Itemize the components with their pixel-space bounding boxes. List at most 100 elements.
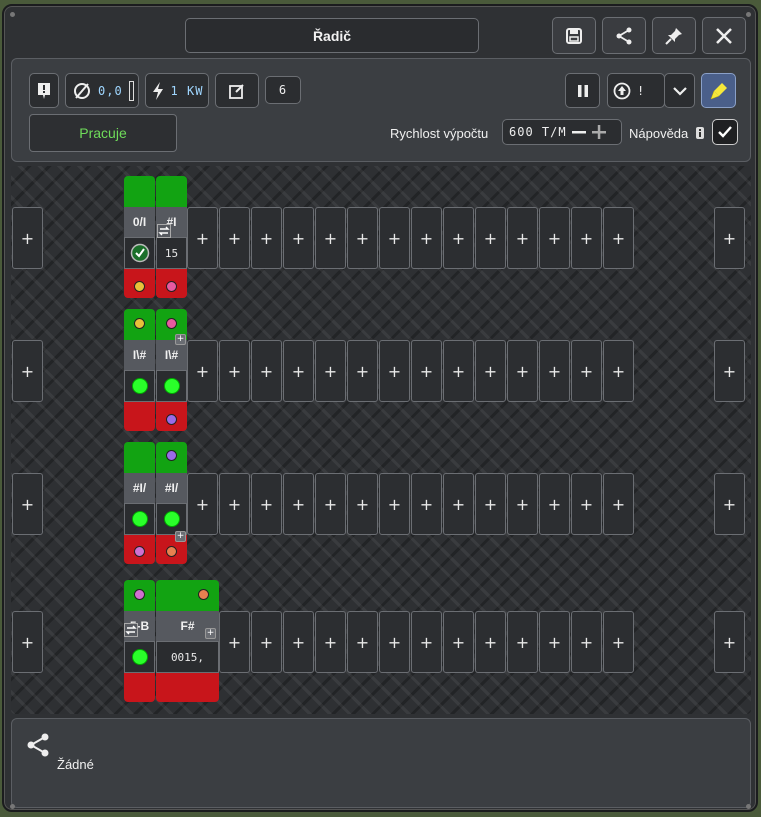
add-input-button[interactable]: + — [175, 334, 186, 345]
add-block-left-row-1[interactable]: + — [12, 207, 43, 269]
add-block-slot[interactable]: + — [539, 473, 570, 535]
add-block-slot[interactable]: + — [539, 207, 570, 269]
add-block-slot[interactable]: + — [315, 207, 346, 269]
add-input-button[interactable]: + — [205, 628, 216, 639]
add-block-right-row-2[interactable]: + — [714, 340, 745, 402]
add-block-slot[interactable]: + — [603, 340, 634, 402]
add-block-slot[interactable]: + — [347, 207, 378, 269]
add-block-left-row-2[interactable]: + — [12, 340, 43, 402]
input-connector[interactable] — [134, 318, 145, 329]
add-block-slot[interactable]: + — [251, 340, 282, 402]
input-connector[interactable] — [198, 589, 209, 600]
add-block-slot[interactable]: + — [187, 207, 218, 269]
mode-select[interactable]: ! — [607, 73, 665, 108]
add-block-slot[interactable]: + — [443, 340, 474, 402]
pin-icon — [665, 27, 682, 45]
add-block-slot[interactable]: + — [507, 207, 538, 269]
null-icon — [74, 82, 90, 99]
screw — [10, 12, 15, 17]
add-block-slot[interactable]: + — [379, 340, 410, 402]
pin-button[interactable] — [652, 17, 696, 54]
add-block-slot[interactable]: + — [315, 340, 346, 402]
add-block-slot[interactable]: + — [475, 340, 506, 402]
add-block-slot[interactable]: + — [539, 611, 570, 673]
add-block-slot[interactable]: + — [507, 611, 538, 673]
mode-dropdown-button[interactable] — [664, 73, 695, 108]
output-connector[interactable] — [166, 414, 177, 425]
share-button[interactable] — [602, 17, 646, 54]
add-block-slot[interactable]: + — [315, 611, 346, 673]
input-connector[interactable] — [134, 589, 145, 600]
share-icon — [616, 27, 632, 44]
input-connector[interactable] — [166, 450, 177, 461]
add-block-slot[interactable]: + — [571, 473, 602, 535]
add-block-right-row-4[interactable]: + — [714, 611, 745, 673]
plus-icon[interactable] — [591, 124, 607, 140]
add-block-slot[interactable]: + — [283, 473, 314, 535]
add-block-slot[interactable]: + — [219, 207, 250, 269]
add-block-slot[interactable]: + — [571, 611, 602, 673]
output-connector[interactable] — [134, 281, 145, 292]
output-connector[interactable] — [166, 546, 177, 557]
add-block-slot[interactable]: + — [603, 207, 634, 269]
input-connector[interactable] — [166, 318, 177, 329]
add-block-right-row-1[interactable]: + — [714, 207, 745, 269]
add-block-slot[interactable]: + — [315, 473, 346, 535]
add-block-slot[interactable]: + — [571, 340, 602, 402]
add-block-slot[interactable]: + — [347, 473, 378, 535]
save-button[interactable] — [552, 17, 596, 54]
swap-icon[interactable] — [157, 224, 171, 238]
add-block-left-row-3[interactable]: + — [12, 473, 43, 535]
add-block-slot[interactable]: + — [411, 473, 442, 535]
add-block-slot[interactable]: + — [187, 340, 218, 402]
program-block[interactable]: F# 0015, — [156, 580, 219, 702]
add-block-slot[interactable]: + — [603, 611, 634, 673]
add-block-slot[interactable]: + — [283, 207, 314, 269]
add-block-slot[interactable]: + — [283, 611, 314, 673]
add-block-right-row-3[interactable]: + — [714, 473, 745, 535]
close-button[interactable] — [702, 17, 746, 54]
add-block-slot[interactable]: + — [411, 340, 442, 402]
add-block-slot[interactable]: + — [251, 473, 282, 535]
add-block-slot[interactable]: + — [443, 207, 474, 269]
add-block-slot[interactable]: + — [251, 611, 282, 673]
add-block-left-row-4[interactable]: + — [12, 611, 43, 673]
add-block-slot[interactable]: + — [539, 340, 570, 402]
add-block-slot[interactable]: + — [475, 611, 506, 673]
add-block-slot[interactable]: + — [411, 611, 442, 673]
block-label: #I/ — [156, 473, 187, 503]
add-block-slot[interactable]: + — [283, 340, 314, 402]
add-block-slot[interactable]: + — [571, 207, 602, 269]
add-block-slot[interactable]: + — [507, 340, 538, 402]
add-block-slot[interactable]: + — [475, 473, 506, 535]
add-block-slot[interactable]: + — [379, 207, 410, 269]
add-block-slot[interactable]: + — [219, 611, 250, 673]
add-block-slot[interactable]: + — [251, 207, 282, 269]
swap-icon[interactable] — [124, 623, 138, 637]
add-block-slot[interactable]: + — [347, 340, 378, 402]
help-checkbox[interactable] — [712, 119, 738, 145]
add-block-slot[interactable]: + — [411, 207, 442, 269]
lightning-icon — [152, 81, 163, 100]
add-block-slot[interactable]: + — [219, 340, 250, 402]
speed-control[interactable]: 600 T/M — [502, 119, 622, 145]
edit-button[interactable] — [215, 73, 259, 108]
add-block-slot[interactable]: + — [443, 611, 474, 673]
add-block-slot[interactable]: + — [379, 611, 410, 673]
add-block-slot[interactable]: + — [187, 473, 218, 535]
program-block[interactable]: 0/I — [124, 176, 155, 298]
output-connector[interactable] — [134, 546, 145, 557]
paint-button[interactable] — [701, 73, 736, 108]
add-block-slot[interactable]: + — [507, 473, 538, 535]
add-block-slot[interactable]: + — [219, 473, 250, 535]
add-block-slot[interactable]: + — [603, 473, 634, 535]
add-block-slot[interactable]: + — [475, 207, 506, 269]
add-input-button[interactable]: + — [175, 531, 186, 542]
pause-button[interactable] — [565, 73, 600, 108]
add-block-slot[interactable]: + — [347, 611, 378, 673]
info-button[interactable] — [29, 73, 59, 108]
output-connector[interactable] — [166, 281, 177, 292]
add-block-slot[interactable]: + — [379, 473, 410, 535]
minus-icon[interactable] — [571, 126, 587, 138]
add-block-slot[interactable]: + — [443, 473, 474, 535]
